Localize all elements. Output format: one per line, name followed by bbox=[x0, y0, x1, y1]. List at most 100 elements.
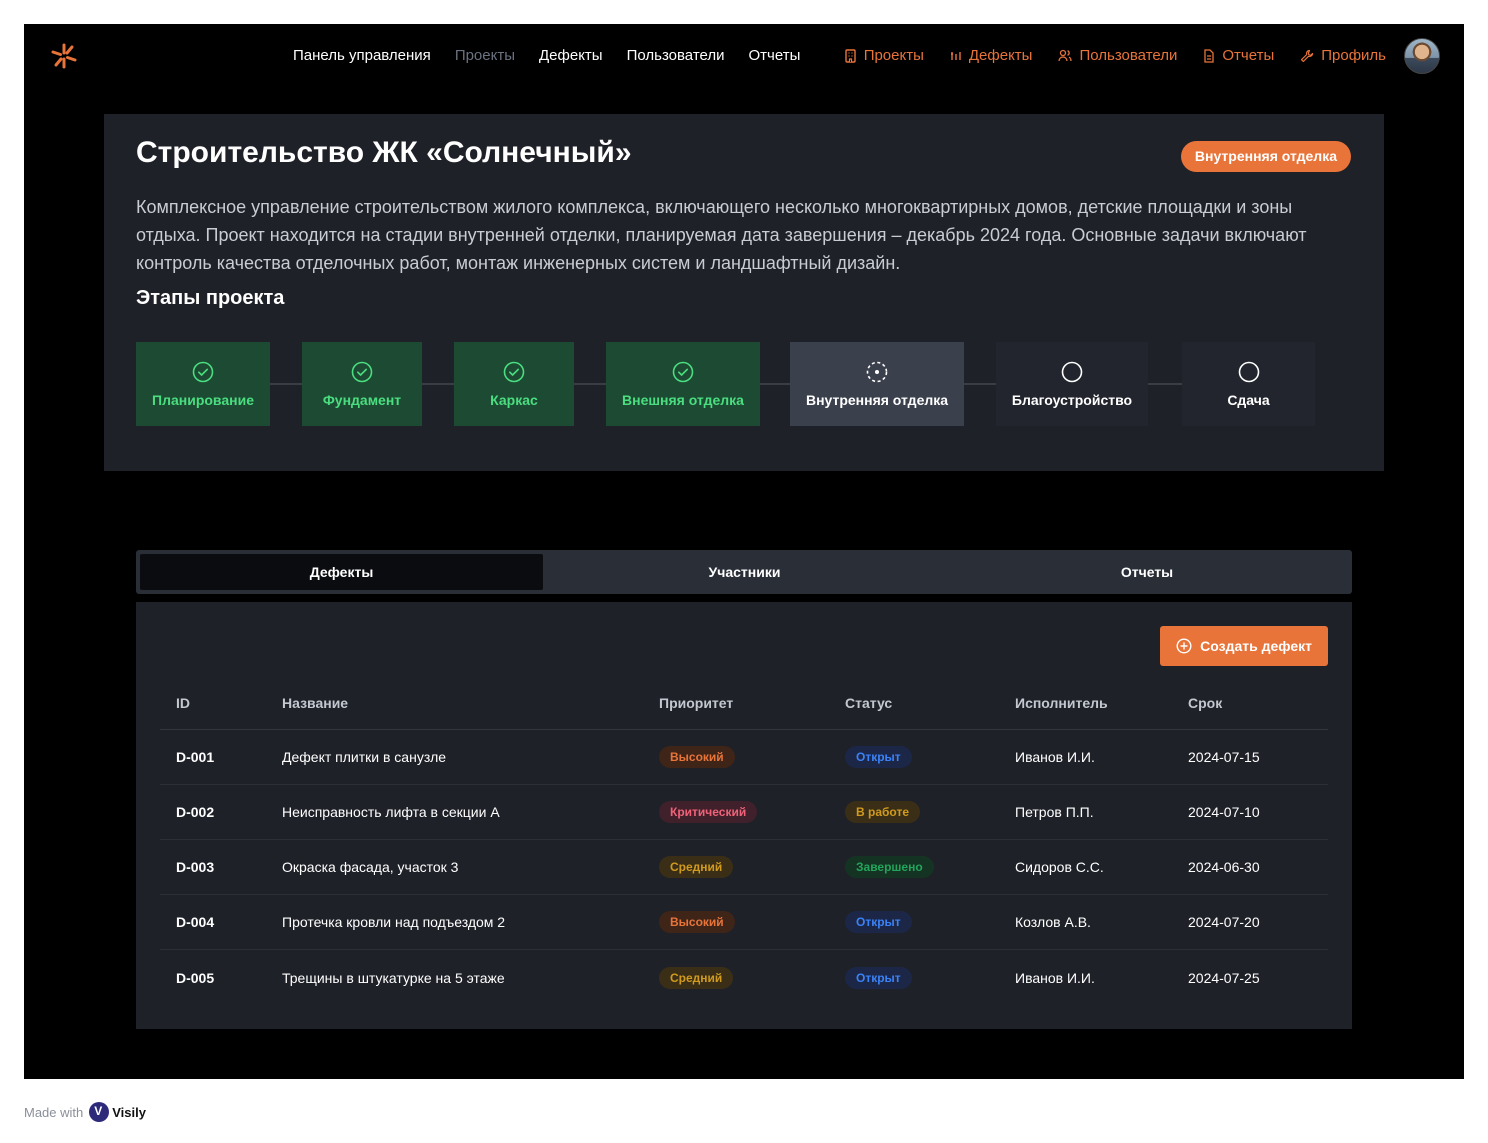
defect-assignee: Козлов А.В. bbox=[1015, 914, 1091, 930]
status-cell: В работе bbox=[845, 785, 920, 839]
table-row[interactable]: D-002 Неисправность лифта в секции А Кри… bbox=[160, 785, 1328, 840]
project-description: Комплексное управление строительством жи… bbox=[136, 197, 1307, 273]
tab-participants[interactable]: Участники bbox=[543, 554, 946, 590]
stage-timeline: Планирование Фундамент Каркас Внешняя от… bbox=[136, 342, 1316, 426]
table-row[interactable]: D-001 Дефект плитки в санузле Высокий От… bbox=[160, 730, 1328, 785]
defect-due: 2024-07-20 bbox=[1188, 914, 1260, 930]
column-header-name[interactable]: Название bbox=[282, 684, 348, 729]
column-header-status[interactable]: Статус bbox=[845, 684, 892, 729]
stage-handover[interactable]: Сдача bbox=[1182, 342, 1315, 426]
stage-label: Внутренняя отделка bbox=[805, 391, 949, 408]
defect-id: D-003 bbox=[176, 859, 215, 875]
stage-landscaping[interactable]: Благоустройство bbox=[996, 342, 1148, 426]
check-circle-icon bbox=[192, 361, 214, 382]
tab-reports[interactable]: Отчеты bbox=[946, 554, 1348, 590]
stage-foundation[interactable]: Фундамент bbox=[302, 342, 422, 426]
plus-circle-icon bbox=[1176, 638, 1192, 654]
priority-badge: Высокий bbox=[659, 746, 735, 768]
defect-id: D-002 bbox=[176, 804, 215, 820]
nav-link-projects[interactable]: Проекты bbox=[455, 47, 515, 64]
priority-badge: Средний bbox=[659, 856, 734, 878]
defect-due: 2024-07-25 bbox=[1188, 969, 1260, 986]
nav-accent-profile-label: Профиль bbox=[1321, 47, 1386, 64]
stage-connector bbox=[422, 383, 454, 385]
priority-cell: Критический bbox=[659, 785, 758, 839]
nav-accent-reports[interactable]: Отчеты bbox=[1203, 47, 1274, 64]
table-row[interactable]: D-005 Трещины в штукатурке на 5 этаже Ср… bbox=[160, 950, 1328, 1005]
column-header-assignee[interactable]: Исполнитель bbox=[1015, 684, 1108, 729]
made-with-footer[interactable]: Made with Visily bbox=[24, 1102, 146, 1122]
nav-accent-users[interactable]: Пользователи bbox=[1058, 47, 1177, 64]
top-navbar: Панель управления Проекты Дефекты Пользо… bbox=[24, 24, 1464, 88]
tool-icon bbox=[1301, 49, 1314, 62]
empty-circle-icon bbox=[1238, 361, 1259, 382]
nav-link-dashboard[interactable]: Панель управления bbox=[293, 47, 431, 64]
primary-nav: Панель управления Проекты Дефекты Пользо… bbox=[293, 47, 824, 64]
logo-icon[interactable] bbox=[50, 42, 78, 70]
stage-frame[interactable]: Каркас bbox=[454, 342, 574, 426]
table-header: ID Название Приоритет Статус Исполнитель… bbox=[160, 684, 1328, 730]
stages-heading: Этапы проекта bbox=[136, 287, 285, 309]
create-defect-label: Создать дефект bbox=[1200, 638, 1312, 654]
wrench-lines-icon bbox=[950, 51, 961, 60]
stage-label: Внешняя отделка bbox=[622, 391, 744, 408]
nav-link-users[interactable]: Пользователи bbox=[627, 47, 725, 64]
defect-id: D-005 bbox=[176, 969, 215, 986]
priority-cell: Высокий bbox=[659, 895, 735, 949]
made-with-text: Made with bbox=[24, 1104, 84, 1120]
stage-connector bbox=[270, 383, 302, 385]
priority-badge: Средний bbox=[659, 966, 734, 989]
defects-table: ID Название Приоритет Статус Исполнитель… bbox=[160, 684, 1328, 1005]
nav-accent-reports-label: Отчеты bbox=[1222, 47, 1275, 64]
column-header-priority[interactable]: Приоритет bbox=[659, 684, 733, 729]
nav-link-reports[interactable]: Отчеты bbox=[749, 47, 801, 64]
defect-name: Окраска фасада, участок 3 bbox=[282, 859, 459, 875]
check-circle-icon bbox=[503, 361, 525, 382]
stage-exterior-finishing[interactable]: Внешняя отделка bbox=[606, 342, 760, 426]
tab-defects[interactable]: Дефекты bbox=[140, 554, 543, 590]
nav-accent-profile[interactable]: Профиль bbox=[1300, 47, 1386, 64]
status-cell: Открыт bbox=[845, 950, 912, 1005]
table-row[interactable]: D-003 Окраска фасада, участок 3 Средний … bbox=[160, 840, 1328, 895]
nav-link-defects[interactable]: Дефекты bbox=[539, 47, 603, 64]
stage-planning[interactable]: Планирование bbox=[136, 342, 270, 426]
create-defect-button[interactable]: Создать дефект bbox=[1160, 626, 1328, 666]
nav-accent-defects[interactable]: Дефекты bbox=[950, 47, 1032, 64]
check-circle-icon bbox=[672, 361, 694, 382]
defect-assignee: Иванов И.И. bbox=[1015, 749, 1095, 765]
table-row[interactable]: D-004 Протечка кровли над подъездом 2 Вы… bbox=[160, 895, 1328, 950]
nav-accent-projects-label: Проекты bbox=[863, 47, 924, 64]
defect-id: D-004 bbox=[176, 914, 215, 930]
stage-label: Каркас bbox=[490, 391, 538, 408]
stage-connector bbox=[574, 383, 606, 385]
column-header-id[interactable]: ID bbox=[176, 684, 190, 729]
priority-badge: Высокий bbox=[659, 911, 735, 933]
document-icon bbox=[1204, 48, 1215, 63]
avatar[interactable] bbox=[1404, 38, 1440, 74]
status-cell: Открыт bbox=[845, 895, 912, 949]
column-header-due[interactable]: Срок bbox=[1188, 684, 1222, 729]
defect-assignee: Сидоров С.С. bbox=[1015, 859, 1104, 875]
stage-label: Сдача bbox=[1227, 391, 1270, 408]
visily-logo-icon bbox=[89, 1102, 110, 1122]
priority-cell: Средний bbox=[659, 840, 734, 894]
stage-label: Фундамент bbox=[322, 391, 402, 408]
priority-badge: Критический bbox=[659, 801, 758, 823]
nav-accent-users-label: Пользователи bbox=[1079, 47, 1178, 64]
status-cell: Открыт bbox=[845, 730, 912, 784]
tab-bar: Дефекты Участники Отчеты bbox=[136, 550, 1352, 594]
loading-circle-icon bbox=[866, 361, 888, 382]
priority-cell: Высокий bbox=[659, 730, 735, 784]
stage-connector bbox=[964, 383, 996, 385]
status-cell: Завершено bbox=[845, 840, 934, 894]
defect-assignee: Иванов И.И. bbox=[1015, 969, 1095, 986]
defect-id: D-001 bbox=[176, 749, 215, 765]
nav-accent-projects[interactable]: Проекты bbox=[844, 47, 924, 64]
stage-label: Благоустройство bbox=[1011, 391, 1133, 408]
check-circle-icon bbox=[351, 361, 373, 382]
app-window: Панель управления Проекты Дефекты Пользо… bbox=[24, 24, 1464, 1079]
defect-due: 2024-07-10 bbox=[1188, 804, 1260, 820]
stage-interior-finishing[interactable]: Внутренняя отделка bbox=[790, 342, 964, 426]
stage-connector bbox=[760, 383, 790, 385]
status-badge: Открыт bbox=[845, 911, 912, 933]
